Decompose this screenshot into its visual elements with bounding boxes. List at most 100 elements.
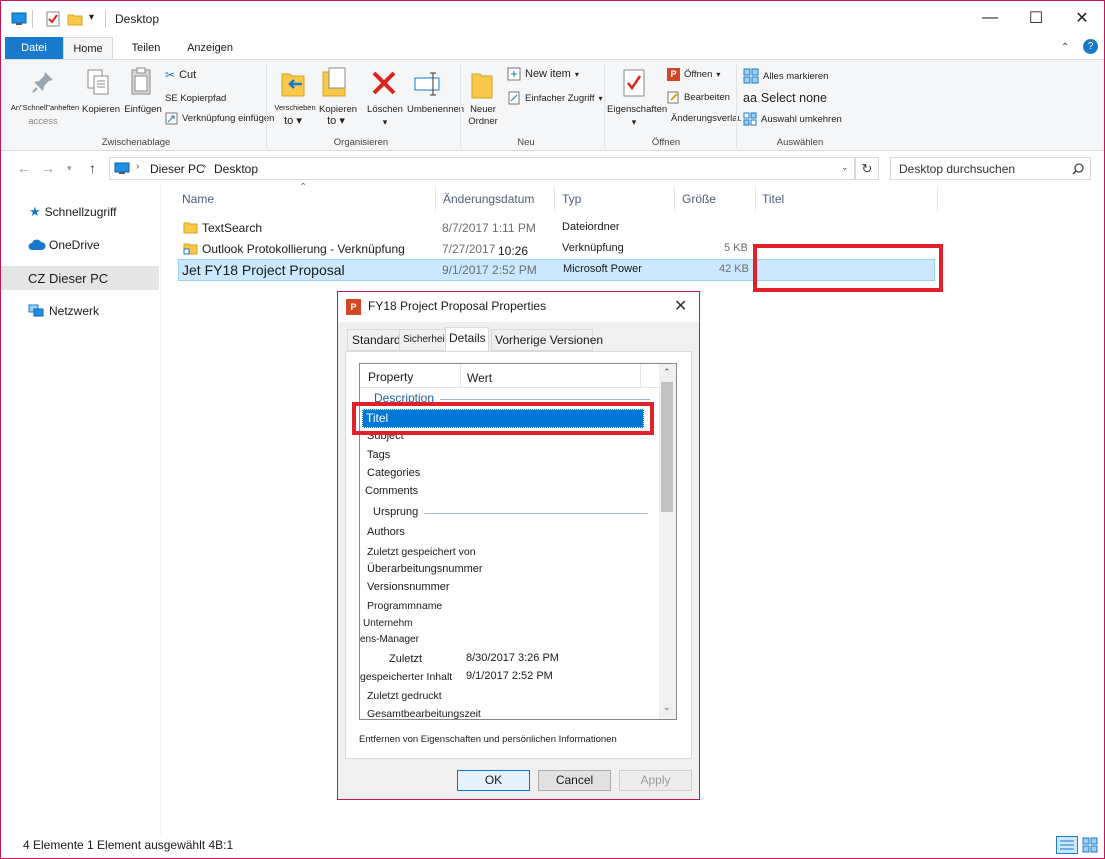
- group-separator: [266, 64, 267, 148]
- paste-button[interactable]: Einfügen: [123, 104, 163, 116]
- column-header-name[interactable]: Name: [182, 192, 214, 206]
- select-none-button[interactable]: aa Select none: [743, 91, 827, 105]
- property-last-saved-by[interactable]: Zuletzt gespeichert von: [367, 546, 476, 558]
- column-separator[interactable]: [460, 364, 461, 388]
- property-total-edit-time[interactable]: Gesamtbearbeitungszeit: [367, 708, 481, 719]
- property-company-1[interactable]: Unternehm: [363, 618, 412, 629]
- maximize-button[interactable]: ☐: [1013, 1, 1059, 35]
- help-icon[interactable]: ?: [1083, 39, 1098, 54]
- close-button[interactable]: ✕: [1059, 1, 1105, 35]
- edit-button[interactable]: Bearbeiten: [667, 91, 730, 104]
- address-dropdown-icon[interactable]: ⌄: [841, 162, 849, 173]
- delete-dropdown-icon[interactable]: ▾: [375, 116, 395, 128]
- column-header-type[interactable]: Typ: [562, 192, 581, 206]
- column-header-property[interactable]: Property: [368, 370, 413, 384]
- scroll-down-icon[interactable]: ⌄: [663, 702, 671, 713]
- move-to-button[interactable]: Verschieben: [273, 102, 317, 114]
- tab-standard[interactable]: Standard: [347, 329, 404, 351]
- invert-selection-button[interactable]: Auswahl umkehren: [743, 112, 842, 126]
- recent-locations-icon[interactable]: ▾: [67, 163, 72, 174]
- column-header-size[interactable]: Größe: [682, 192, 716, 206]
- up-button[interactable]: ↑: [89, 160, 96, 176]
- pin-quick-access-button[interactable]: An"Schnell"anheften: [7, 102, 83, 114]
- large-icons-view-icon[interactable]: [1081, 836, 1099, 854]
- ok-button[interactable]: OK: [457, 770, 530, 791]
- select-all-button[interactable]: Alles markieren: [743, 68, 828, 84]
- property-program[interactable]: Programmname: [367, 600, 442, 612]
- tab-details[interactable]: Details: [445, 327, 489, 352]
- search-input[interactable]: Desktop durchsuchen: [899, 162, 1015, 176]
- qat-dropdown-icon[interactable]: ▾: [89, 12, 94, 23]
- cut-button[interactable]: ✂ Cut: [165, 68, 196, 82]
- property-version[interactable]: Versionsnummer: [367, 581, 450, 593]
- column-header-date[interactable]: Änderungsdatum: [443, 192, 534, 206]
- section-divider: [440, 399, 650, 400]
- column-header-title[interactable]: Titel: [762, 192, 784, 206]
- tab-datei[interactable]: Datei: [5, 37, 63, 59]
- cancel-button[interactable]: Cancel: [538, 770, 611, 791]
- forward-button[interactable]: →: [41, 160, 55, 176]
- easy-access-button[interactable]: Einfacher Zugriff ▾: [507, 91, 603, 105]
- remove-properties-link[interactable]: Entfernen von Eigenschaften und persönli…: [359, 734, 617, 745]
- property-authors[interactable]: Authors: [367, 526, 405, 538]
- copy-path-button[interactable]: SE Kopierpfad: [165, 93, 226, 104]
- paste-shortcut-button[interactable]: Verknüpfung einfügen: [165, 112, 274, 125]
- property-comments[interactable]: Comments: [365, 485, 418, 497]
- ribbon: An"Schnell"anheften access Kopieren Einf…: [1, 59, 1104, 151]
- new-item-button[interactable]: New item ▾: [507, 67, 579, 81]
- property-revision[interactable]: Überarbeitungsnummer: [367, 563, 483, 575]
- tab-security[interactable]: Sicherheit: [399, 329, 447, 351]
- breadcrumb-this-pc[interactable]: Dieser PC: [150, 162, 205, 176]
- paste-icon: [131, 67, 151, 95]
- column-separator[interactable]: [640, 364, 641, 388]
- column-header-value[interactable]: Wert: [467, 371, 492, 385]
- scrollbar-thumb[interactable]: [661, 382, 673, 512]
- nav-item-onedrive[interactable]: OneDrive: [1, 233, 159, 257]
- column-separator[interactable]: [755, 187, 756, 211]
- property-saved-content[interactable]: gespeicherter Inhalt: [360, 671, 452, 683]
- delete-button[interactable]: Löschen: [363, 104, 407, 116]
- tab-home[interactable]: Home: [63, 37, 113, 59]
- new-folder-icon[interactable]: [67, 11, 83, 27]
- tab-teilen[interactable]: Teilen: [123, 37, 169, 59]
- group-select-label: Auswählen: [776, 137, 824, 148]
- refresh-button[interactable]: ↻: [855, 157, 879, 180]
- apply-button[interactable]: Apply: [619, 770, 692, 791]
- column-separator[interactable]: [937, 187, 938, 211]
- group-separator: [604, 64, 605, 148]
- search-box[interactable]: Desktop durchsuchen: [890, 157, 1091, 180]
- details-view-icon[interactable]: [1056, 836, 1078, 854]
- properties-icon[interactable]: [45, 11, 61, 27]
- address-bar[interactable]: › Dieser PC › Desktop ⌄: [109, 157, 855, 180]
- column-separator[interactable]: [554, 187, 555, 211]
- window-title: Desktop: [115, 12, 160, 26]
- new-folder-button[interactable]: Neuer Ordner: [463, 104, 503, 128]
- collapse-ribbon-icon[interactable]: ⌃: [1061, 42, 1069, 53]
- tab-anzeigen[interactable]: Anzeigen: [179, 37, 241, 59]
- scrollbar[interactable]: ⌃ ⌄: [659, 364, 676, 719]
- property-last-saved[interactable]: Zuletzt: [389, 653, 422, 665]
- file-row[interactable]: TextSearch 8/7/2017 1:11 PM Dateiordner: [178, 218, 935, 238]
- history-button[interactable]: Änderungsverlauf: [667, 112, 741, 125]
- column-separator[interactable]: [435, 187, 436, 211]
- properties-dropdown-icon[interactable]: ▾: [624, 116, 644, 128]
- property-company-2[interactable]: ens-Manager: [360, 634, 419, 645]
- property-tags[interactable]: Tags: [367, 449, 390, 461]
- shortcut-icon: [165, 112, 178, 125]
- nav-item-this-pc[interactable]: CZ Dieser PC: [1, 266, 159, 290]
- breadcrumb-desktop[interactable]: Desktop: [214, 162, 258, 176]
- property-categories[interactable]: Categories: [367, 467, 420, 479]
- property-last-printed[interactable]: Zuletzt gedruckt: [367, 690, 442, 702]
- copy-button[interactable]: Kopieren: [81, 104, 121, 116]
- tab-previous-versions[interactable]: Vorherige Versionen: [491, 329, 603, 351]
- back-button[interactable]: ←: [17, 160, 31, 176]
- open-button[interactable]: P Öffnen ▾: [667, 68, 720, 81]
- minimize-button[interactable]: —: [967, 1, 1013, 35]
- rename-button[interactable]: Umbenennen: [407, 104, 464, 116]
- scroll-up-icon[interactable]: ⌃: [663, 367, 671, 378]
- properties-button[interactable]: Eigenschaften: [607, 104, 667, 116]
- nav-item-quick-access[interactable]: ★ Schnellzugriff: [1, 200, 159, 224]
- column-separator[interactable]: [674, 187, 675, 211]
- dialog-close-button[interactable]: ✕: [674, 296, 687, 316]
- nav-item-network[interactable]: Netzwerk: [1, 299, 159, 323]
